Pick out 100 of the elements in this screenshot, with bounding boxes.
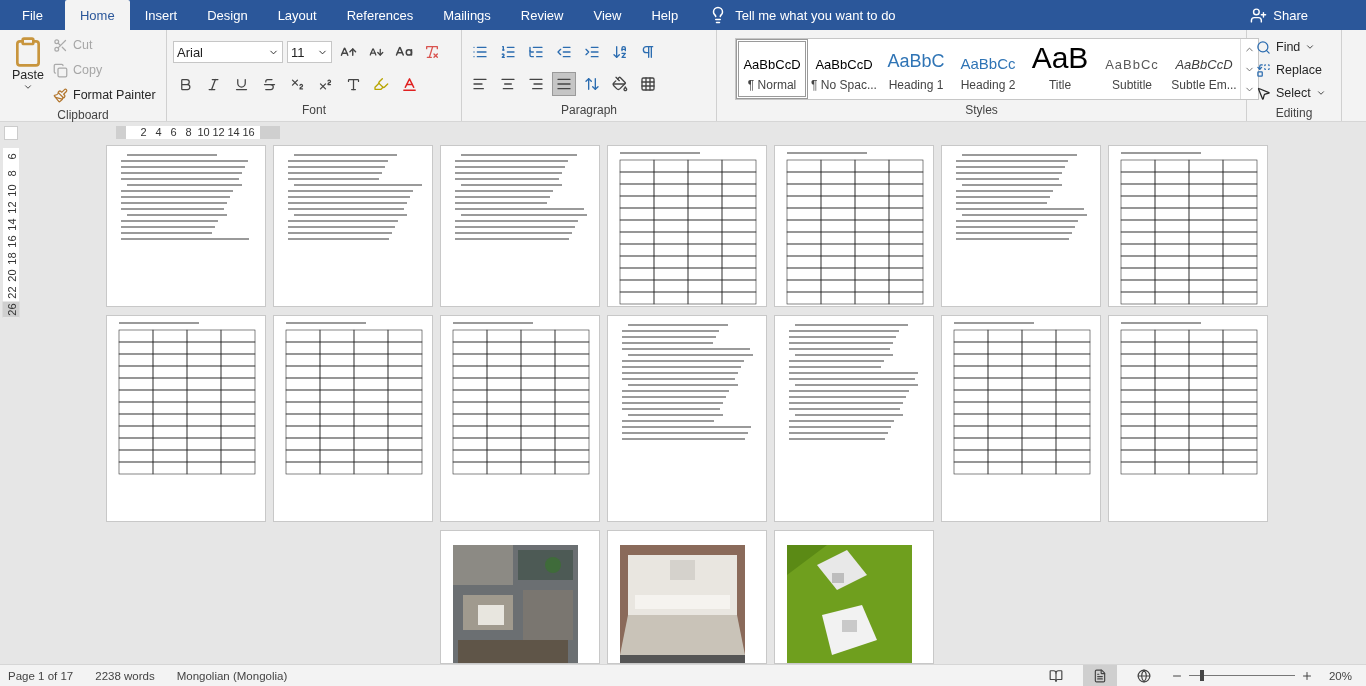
- ruler-number: 2: [139, 126, 148, 138]
- style-item[interactable]: AaBbCcD Subtle Em...: [1168, 39, 1240, 99]
- ruler-number: 12: [211, 126, 226, 138]
- style-item[interactable]: AaBbCc Heading 2: [952, 39, 1024, 99]
- search-icon: [1256, 39, 1271, 55]
- bullets-icon: [472, 44, 488, 60]
- replace-icon: [1256, 62, 1271, 78]
- group-label: Editing: [1274, 105, 1314, 122]
- ruler-number: 6: [4, 152, 18, 162]
- increase-indent-icon: [584, 44, 600, 60]
- ribbon-tab[interactable]: Review: [505, 0, 579, 30]
- font-name-field[interactable]: Arial: [173, 41, 283, 63]
- zoom-in-icon[interactable]: [1300, 669, 1313, 682]
- ruler-number: 14: [4, 217, 18, 233]
- find-button[interactable]: Find: [1253, 36, 1329, 58]
- read-view-icon: [1048, 668, 1063, 683]
- style-item[interactable]: AaBbC Heading 1: [880, 39, 952, 99]
- caret-icon: [23, 82, 33, 92]
- align-left-icon: [472, 76, 488, 92]
- zoom-thumb[interactable]: [1199, 670, 1204, 681]
- ruler-number: 6: [169, 126, 178, 138]
- superscript-icon: [317, 76, 333, 92]
- style-item[interactable]: AaB Title: [1024, 39, 1096, 99]
- style-name: Title: [1048, 78, 1072, 92]
- ruler-number: 16: [241, 126, 256, 138]
- style-name: Subtitle: [1112, 78, 1152, 92]
- align-justify-icon: [556, 76, 572, 92]
- group-label: Clipboard: [56, 107, 110, 124]
- style-name: ¶ Normal: [747, 78, 797, 92]
- numbering-icon: [500, 44, 516, 60]
- ruler-number: 12: [4, 200, 18, 216]
- subscript-icon: [289, 76, 305, 92]
- ribbon-tab[interactable]: Insert: [129, 0, 193, 30]
- align-justify-button[interactable]: [552, 72, 576, 96]
- align-center-icon: [500, 76, 516, 92]
- ruler-number: 10: [4, 183, 18, 199]
- share-icon: [1250, 6, 1268, 24]
- style-sample: AaB: [1031, 44, 1089, 72]
- ribbon-tab[interactable]: Layout: [262, 0, 332, 30]
- zoom-level: 20%: [1328, 669, 1352, 682]
- web-view-icon: [1136, 668, 1151, 683]
- ruler-number: 20: [4, 268, 18, 284]
- style-name: Heading 1: [888, 78, 944, 92]
- decrease-indent-icon: [556, 44, 572, 60]
- ribbon-tab[interactable]: Mailings: [428, 0, 506, 30]
- paint-bucket-icon: [612, 76, 628, 92]
- style-sample: AaBbCc: [960, 55, 1016, 72]
- caret-icon: [1305, 42, 1316, 52]
- print-view-button[interactable]: [1082, 665, 1117, 686]
- ribbon-tab[interactable]: Home: [64, 0, 130, 30]
- style-name: ¶ No Spac...: [811, 78, 877, 92]
- style-item[interactable]: AaBbCc Subtitle: [1096, 39, 1168, 99]
- share-button[interactable]: Share: [1250, 0, 1308, 30]
- style-name: Subtle Em...: [1171, 78, 1237, 92]
- ribbon-tab[interactable]: References: [331, 0, 429, 30]
- sort-icon: [612, 44, 628, 60]
- style-sample: AaBbCc: [1105, 57, 1159, 72]
- group-label: Styles: [964, 102, 999, 119]
- page-count: Page 1 of 17: [8, 669, 74, 682]
- ribbon-tab[interactable]: Help: [636, 0, 694, 30]
- font-size-field[interactable]: 11: [287, 41, 332, 63]
- underline-icon: [233, 76, 249, 92]
- strikethrough-icon: [261, 76, 277, 92]
- ribbon-tab[interactable]: Design: [192, 0, 263, 30]
- ruler-number: 18: [4, 251, 18, 267]
- paste-button[interactable]: Paste: [6, 34, 50, 106]
- print-view-icon: [1092, 668, 1107, 683]
- format-painter-button[interactable]: Format Painter: [50, 84, 159, 106]
- style-name: Heading 2: [960, 78, 1016, 92]
- word-count: 2238 words: [95, 669, 155, 682]
- group-label: Font: [301, 102, 327, 119]
- style-sample: AaBbC: [887, 51, 945, 72]
- ribbon-tab[interactable]: View: [578, 0, 637, 30]
- style-sample: AaBbCcD: [815, 57, 873, 72]
- replace-button[interactable]: Replace: [1253, 59, 1329, 81]
- ruler-number: 22: [4, 285, 18, 301]
- pilcrow-icon: [640, 44, 656, 60]
- borders-icon: [640, 76, 656, 92]
- align-right-icon: [528, 76, 544, 92]
- tell-me-field[interactable]: Tell me what you want to do: [701, 0, 904, 30]
- style-sample: AaBbCcD: [1175, 57, 1233, 72]
- paintbrush-icon: [53, 87, 68, 103]
- ruler-number: 8: [4, 169, 18, 179]
- ruler-number: 26: [2, 301, 20, 318]
- ruler-number: 10: [196, 126, 211, 138]
- scissors-icon: [53, 37, 68, 53]
- select-button[interactable]: Select: [1253, 82, 1329, 104]
- text-effects-icon: [345, 76, 361, 92]
- italic-icon: [205, 76, 221, 92]
- ruler-number: 4: [154, 126, 163, 138]
- file-menu[interactable]: File: [0, 0, 65, 30]
- ruler-number: 14: [226, 126, 241, 138]
- style-item[interactable]: AaBbCcD ¶ No Spac...: [808, 39, 880, 99]
- style-sample: AaBbCcD: [743, 57, 801, 72]
- font-color-icon: [400, 75, 418, 93]
- clear-formatting-icon: [424, 44, 440, 60]
- ruler-number: 16: [4, 234, 18, 250]
- style-item[interactable]: AaBbCcD ¶ Normal: [736, 39, 808, 99]
- line-spacing-icon: [584, 76, 600, 92]
- language: Mongolian (Mongolia): [176, 669, 288, 682]
